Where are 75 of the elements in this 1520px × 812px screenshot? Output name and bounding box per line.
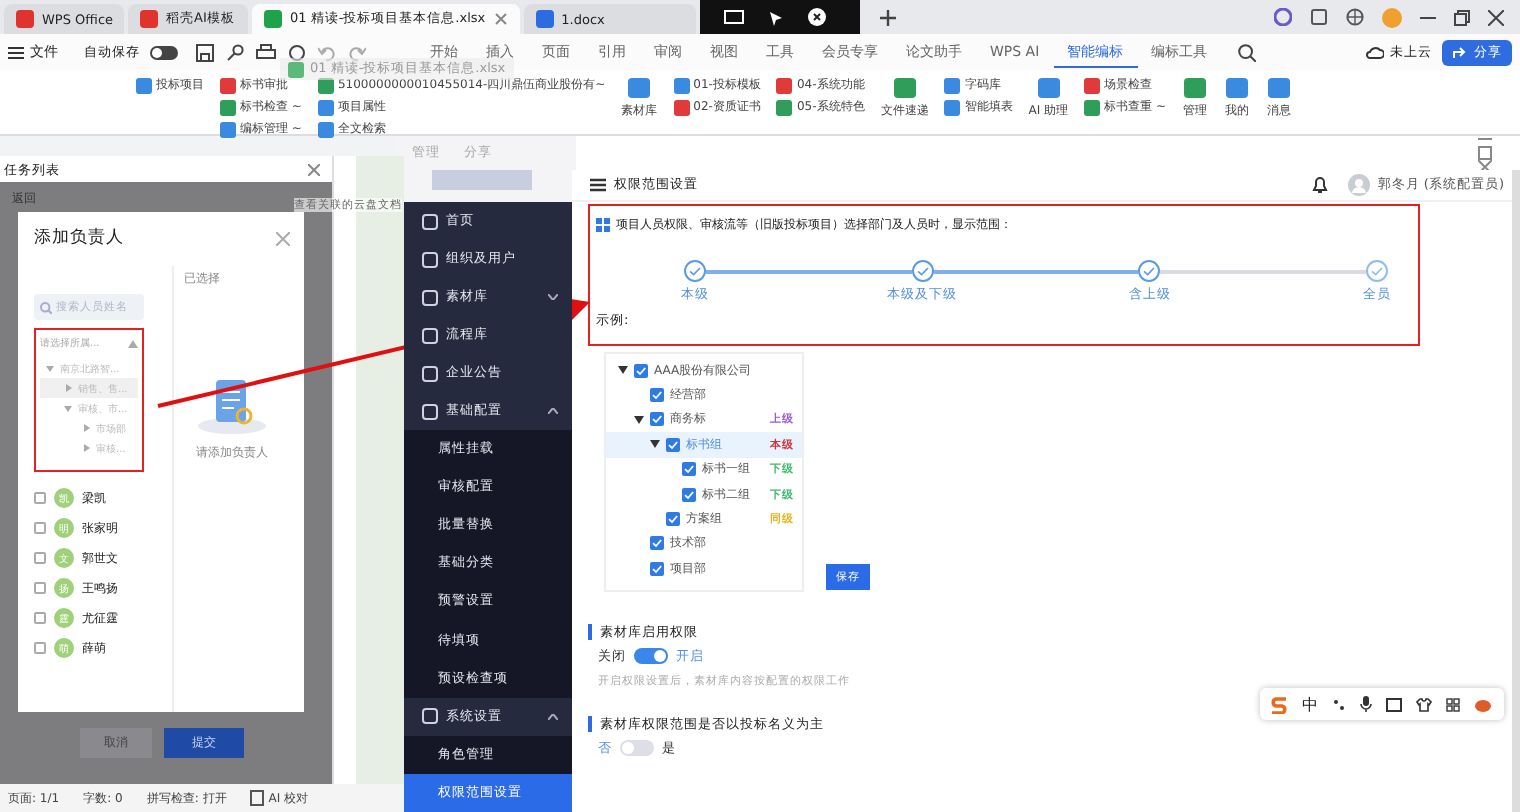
mascot-icon <box>1474 697 1492 711</box>
document-icon <box>891 76 918 100</box>
menu-item-icon <box>422 403 438 420</box>
save-icon <box>196 43 214 61</box>
avatar-icon <box>1382 7 1402 27</box>
share-icon <box>1452 44 1468 60</box>
close-icon <box>308 164 320 176</box>
close-icon <box>1488 9 1504 25</box>
document-icon <box>1182 76 1209 100</box>
globe-icon <box>1346 8 1364 26</box>
wps-file-icon <box>16 10 34 28</box>
shirt-icon <box>1416 697 1432 711</box>
bell-icon <box>1311 176 1328 194</box>
microphone-icon <box>1360 696 1372 712</box>
autosave-toggle[interactable] <box>150 45 178 59</box>
close-icon <box>807 8 826 26</box>
menu-item-icon <box>422 327 438 344</box>
checkbox[interactable] <box>34 642 46 654</box>
checkbox[interactable] <box>34 582 46 594</box>
menu-item-icon <box>422 213 438 230</box>
redo-icon <box>348 43 366 61</box>
maximize-icon <box>1478 146 1492 160</box>
menu-item-icon <box>422 251 438 268</box>
menu-icon <box>590 178 606 192</box>
caret-icon <box>128 339 138 347</box>
search-icon <box>1237 43 1256 61</box>
undo-icon <box>318 43 336 61</box>
toggle-switch[interactable] <box>634 648 668 665</box>
caret-icon <box>82 424 90 432</box>
restore-icon <box>1454 9 1470 25</box>
menu-icon <box>8 45 24 59</box>
doc-file-icon <box>535 10 554 28</box>
plus-icon <box>879 9 896 25</box>
monitor-icon <box>723 9 744 25</box>
close-icon <box>493 12 508 26</box>
minimize-icon <box>1478 132 1492 146</box>
cursor-icon <box>767 9 784 25</box>
preview-icon <box>288 43 306 61</box>
window-icon <box>1310 8 1328 26</box>
menu-item-icon <box>422 708 438 725</box>
document-icon <box>250 790 265 806</box>
input-mode-toggle[interactable]: 中 <box>1302 693 1318 715</box>
checkbox[interactable] <box>34 492 46 504</box>
document-icon <box>136 77 152 93</box>
punctuation-icon <box>1332 697 1346 711</box>
document-icon <box>1035 76 1062 100</box>
cloud-icon <box>1366 44 1384 60</box>
search-icon <box>40 301 52 313</box>
caret-icon <box>82 444 90 452</box>
empty-document-drawing <box>192 376 272 436</box>
checkbox[interactable] <box>34 552 46 564</box>
caret-icon <box>46 364 54 372</box>
menu-item-icon <box>422 289 438 306</box>
document-icon <box>1266 76 1293 100</box>
printer-icon <box>256 43 276 61</box>
menu-item-icon <box>422 365 438 382</box>
keyboard-icon <box>1386 697 1402 711</box>
grid-icon <box>596 218 610 232</box>
checkbox[interactable] <box>34 522 46 534</box>
checkbox[interactable] <box>650 412 664 427</box>
grid-icon <box>1446 697 1460 711</box>
sheet-file-icon <box>264 10 282 28</box>
app-icon <box>1274 8 1292 26</box>
toggle-switch[interactable] <box>620 740 654 757</box>
blurred-photo-placeholder <box>432 170 532 190</box>
key-icon <box>226 43 244 61</box>
caret-icon <box>64 384 72 392</box>
dialog-title: 添加负责人 <box>34 226 124 250</box>
document-icon <box>626 76 653 100</box>
app-file-icon <box>140 10 158 28</box>
checkbox[interactable] <box>34 612 46 624</box>
document-icon <box>1224 76 1251 100</box>
logo-icon <box>1270 695 1288 713</box>
close-icon <box>276 231 290 245</box>
caret-icon <box>64 404 72 412</box>
